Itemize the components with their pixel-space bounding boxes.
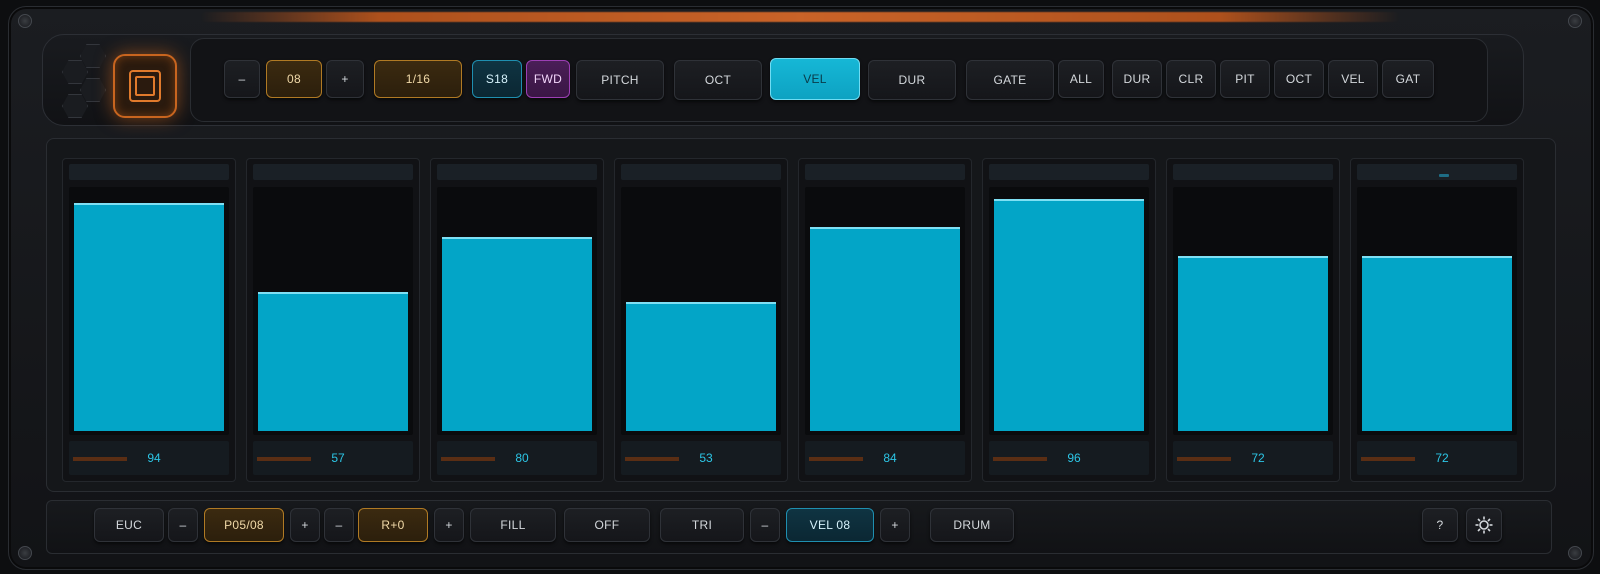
step-value-label: 53 — [699, 451, 713, 465]
step-value-label: 72 — [1435, 451, 1449, 465]
step-slider[interactable] — [1357, 187, 1517, 435]
velocity-decrease-button[interactable]: – — [750, 508, 780, 542]
step-footer: 72 — [1357, 441, 1517, 475]
step-indicator — [625, 457, 679, 461]
step-header — [1357, 164, 1517, 180]
step-header — [989, 164, 1149, 180]
step-footer: 57 — [253, 441, 413, 475]
fill-button[interactable]: FILL — [470, 508, 556, 542]
length-decrease-button[interactable]: – — [224, 60, 260, 98]
mode-tab-gate[interactable]: GATE — [966, 60, 1054, 100]
tri-button[interactable]: TRI — [660, 508, 744, 542]
random-oct-button[interactable]: OCT — [1274, 60, 1324, 98]
step-slider[interactable] — [437, 187, 597, 435]
random-vel-button[interactable]: VEL — [1328, 60, 1378, 98]
pulses-decrease-button[interactable]: – — [168, 508, 198, 542]
step-value-bar[interactable] — [258, 292, 408, 431]
step-header — [1173, 164, 1333, 180]
off-button[interactable]: OFF — [564, 508, 650, 542]
help-button[interactable]: ? — [1422, 508, 1458, 542]
screw-icon — [1568, 546, 1582, 560]
step-footer: 53 — [621, 441, 781, 475]
square-stack-icon — [129, 70, 161, 102]
step-column[interactable]: 72 — [1350, 158, 1524, 482]
random-all-button[interactable]: ALL — [1058, 60, 1104, 98]
random-pit-button[interactable]: PIT — [1220, 60, 1270, 98]
step-header — [805, 164, 965, 180]
step-indicator — [993, 457, 1047, 461]
step-column[interactable]: 96 — [982, 158, 1156, 482]
length-increase-button[interactable]: + — [326, 60, 364, 98]
mode-tab-vel[interactable]: VEL — [770, 58, 860, 100]
screw-icon — [18, 14, 32, 28]
step-value-bar[interactable] — [994, 199, 1144, 431]
pulses-value[interactable]: P05/08 — [204, 508, 284, 542]
logo-button[interactable] — [113, 54, 177, 118]
step-slider[interactable] — [621, 187, 781, 435]
playhead-marker — [1439, 174, 1449, 177]
step-value-label: 94 — [147, 451, 161, 465]
division-selector[interactable]: 1/16 — [374, 60, 462, 98]
step-footer: 96 — [989, 441, 1149, 475]
step-footer: 84 — [805, 441, 965, 475]
step-column[interactable]: 53 — [614, 158, 788, 482]
step-column[interactable]: 84 — [798, 158, 972, 482]
random-gat-button[interactable]: GAT — [1382, 60, 1434, 98]
step-indicator — [1177, 457, 1231, 461]
step-value-bar[interactable] — [442, 237, 592, 431]
random-dur-button[interactable]: DUR — [1112, 60, 1162, 98]
step-slider[interactable] — [69, 187, 229, 435]
rotation-decrease-button[interactable]: – — [324, 508, 354, 542]
settings-button[interactable] — [1466, 508, 1502, 542]
step-header — [69, 164, 229, 180]
step-value-bar[interactable] — [74, 203, 224, 431]
step-slider[interactable] — [253, 187, 413, 435]
step-slider[interactable] — [1173, 187, 1333, 435]
step-value-bar[interactable] — [1362, 256, 1512, 431]
step-indicator — [257, 457, 311, 461]
step-header — [253, 164, 413, 180]
velocity-increase-button[interactable]: + — [880, 508, 910, 542]
step-column[interactable]: 57 — [246, 158, 420, 482]
step-header — [621, 164, 781, 180]
step-value-bar[interactable] — [626, 302, 776, 431]
step-value-label: 72 — [1251, 451, 1265, 465]
screw-icon — [18, 546, 32, 560]
mode-tab-dur[interactable]: DUR — [868, 60, 956, 100]
step-indicator — [73, 457, 127, 461]
step-value-label: 80 — [515, 451, 529, 465]
step-footer: 72 — [1173, 441, 1333, 475]
step-indicator — [809, 457, 863, 461]
step-footer: 94 — [69, 441, 229, 475]
step-value-label: 84 — [883, 451, 897, 465]
pulses-increase-button[interactable]: + — [290, 508, 320, 542]
rotation-increase-button[interactable]: + — [434, 508, 464, 542]
mode-tab-pitch[interactable]: PITCH — [576, 60, 664, 100]
step-value-bar[interactable] — [1178, 256, 1328, 431]
screw-icon — [1568, 14, 1582, 28]
clear-button[interactable]: CLR — [1166, 60, 1216, 98]
velocity-value[interactable]: VEL 08 — [786, 508, 874, 542]
step-indicator — [1361, 457, 1415, 461]
step-column[interactable]: 94 — [62, 158, 236, 482]
rotation-value[interactable]: R+0 — [358, 508, 428, 542]
step-slider[interactable] — [805, 187, 965, 435]
gear-icon — [1475, 516, 1493, 534]
step-indicator — [441, 457, 495, 461]
euclid-button[interactable]: EUC — [94, 508, 164, 542]
step-value-label: 96 — [1067, 451, 1081, 465]
status-glow — [200, 12, 1400, 22]
step-footer: 80 — [437, 441, 597, 475]
direction-button[interactable]: FWD — [526, 60, 570, 98]
step-column[interactable]: 80 — [430, 158, 604, 482]
length-value[interactable]: 08 — [266, 60, 322, 98]
drum-button[interactable]: DRUM — [930, 508, 1014, 542]
step-value-bar[interactable] — [810, 227, 960, 431]
step-header — [437, 164, 597, 180]
step-slider[interactable] — [989, 187, 1149, 435]
step-value-label: 57 — [331, 451, 345, 465]
mode-tab-oct[interactable]: OCT — [674, 60, 762, 100]
step-column[interactable]: 72 — [1166, 158, 1340, 482]
seed-button[interactable]: S18 — [472, 60, 522, 98]
